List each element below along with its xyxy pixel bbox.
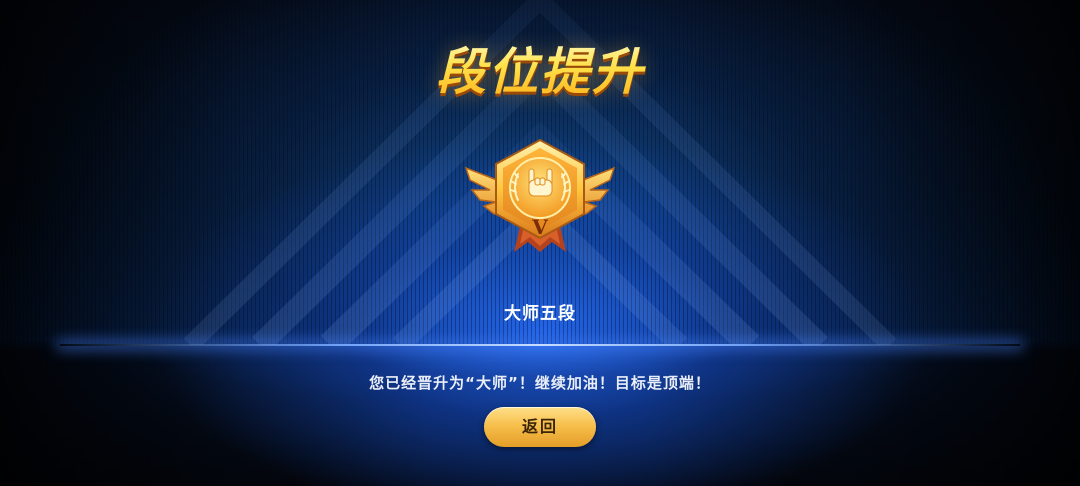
rank-badge: V [464, 138, 616, 252]
promotion-message: 您已经晋升为“大师”！继续加油！目标是顶端！ [369, 374, 711, 392]
rank-name-label: 大师五段 [504, 304, 576, 324]
stage-floor-line [60, 344, 1020, 346]
rank-tier-numeral: V [531, 215, 548, 239]
rank-up-screen: 段位提升 V 大师五段 您已经晋升为“大师”！继续加油！目标是顶端！ 返回 [0, 0, 1080, 486]
page-title: 段位提升 [0, 42, 1080, 102]
back-button[interactable]: 返回 [484, 407, 596, 447]
